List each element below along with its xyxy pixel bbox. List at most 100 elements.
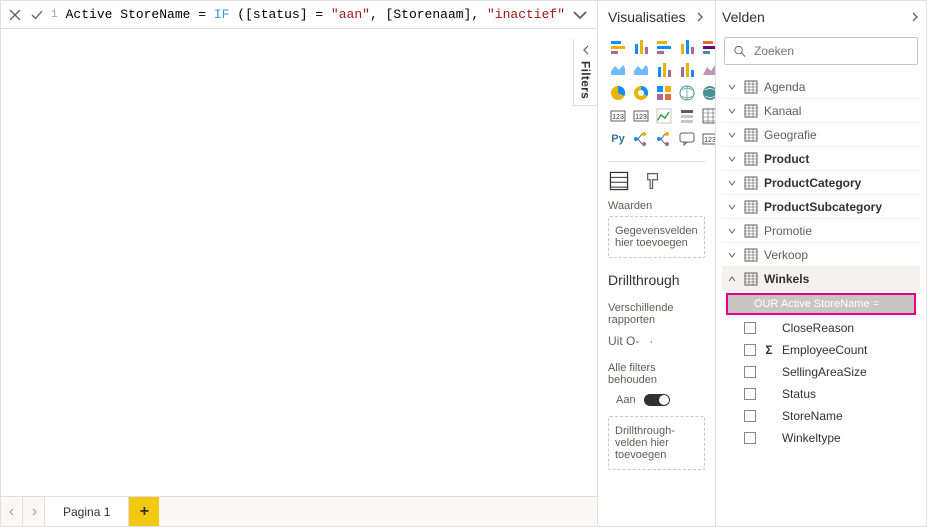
table-label: Promotie [764, 224, 812, 238]
fields-pane: Velden AgendaKanaalGeografieProductProdu… [716, 1, 926, 526]
viz-pane-title: Visualisaties [608, 9, 686, 25]
svg-text:123: 123 [704, 137, 716, 144]
formula-commit-button[interactable] [29, 7, 45, 23]
field-employeecount[interactable]: Σ EmployeeCount [722, 339, 920, 361]
viz-kpi[interactable] [654, 106, 674, 126]
viz-line-col[interactable] [654, 60, 674, 80]
chevron-up-icon [726, 274, 738, 284]
visualizations-pane: Visualisaties 123123RPy123··· Waarden Ge… [598, 1, 716, 526]
table-label: Product [764, 152, 809, 166]
viz-donut[interactable] [631, 83, 651, 103]
table-promotie[interactable]: Promotie [722, 219, 920, 243]
formula-cancel-button[interactable] [7, 7, 23, 23]
viz-paginated[interactable]: 123 [700, 129, 716, 149]
values-label: Waarden [608, 200, 705, 212]
viz-treemap[interactable] [654, 83, 674, 103]
viz-table[interactable] [700, 106, 716, 126]
viz-filled-map[interactable] [700, 83, 716, 103]
table-productsubcategory[interactable]: ProductSubcategory [722, 195, 920, 219]
search-icon [733, 44, 746, 58]
field-label: StoreName [782, 409, 843, 423]
chevron-down-icon [726, 178, 738, 188]
field-status[interactable]: Status [722, 383, 920, 405]
viz-decomposition[interactable] [654, 129, 674, 149]
viz-qna[interactable] [677, 129, 697, 149]
viz-pie[interactable] [608, 83, 628, 103]
checkbox[interactable] [744, 388, 756, 400]
chevron-down-icon [726, 154, 738, 164]
viz-stacked-area[interactable] [631, 60, 651, 80]
chevron-down-icon [726, 106, 738, 116]
page-tab-1[interactable]: Pagina 1 [45, 497, 129, 526]
checkbox[interactable] [744, 366, 756, 378]
formula-bar[interactable]: 1 Active StoreName = IF ([status] = "aan… [1, 1, 597, 29]
viz-clustered-bar[interactable] [654, 37, 674, 57]
collapse-viz-icon[interactable] [695, 9, 705, 25]
viz-map[interactable] [677, 83, 697, 103]
search-input[interactable] [754, 44, 909, 58]
collapse-fields-icon[interactable] [910, 9, 920, 25]
table-product[interactable]: Product [722, 147, 920, 171]
canvas-pane: 1 Active StoreName = IF ([status] = "aan… [1, 1, 598, 526]
formula-dropdown-icon[interactable] [571, 6, 589, 24]
viz-gallery: 123123RPy123··· [608, 37, 705, 149]
field-storename[interactable]: StoreName [722, 405, 920, 427]
viz-area[interactable] [608, 60, 628, 80]
tab-nav-prev[interactable] [1, 497, 23, 526]
table-label: Verkoop [764, 248, 808, 262]
table-label: Winkels [764, 272, 809, 286]
field-closereason[interactable]: CloseReason [722, 317, 920, 339]
field-highlighted[interactable]: OUR Active StoreName = [726, 293, 916, 315]
format-mode-icon[interactable] [644, 170, 666, 192]
viz-line-col2[interactable] [677, 60, 697, 80]
checkbox[interactable] [744, 344, 756, 356]
table-label: ProductSubcategory [764, 200, 882, 214]
viz-multi-card[interactable]: 123 [631, 106, 651, 126]
viz-hundred-bar[interactable] [700, 37, 716, 57]
viz-clustered-column[interactable] [677, 37, 697, 57]
table-geografie[interactable]: Geografie [722, 123, 920, 147]
drill-cross-state[interactable]: Uit O- [608, 334, 639, 348]
field-label: CloseReason [782, 321, 854, 335]
field-winkeltype[interactable]: Winkeltype [722, 427, 920, 449]
viz-stacked-bar[interactable] [608, 37, 628, 57]
add-page-button[interactable]: + [129, 497, 159, 526]
checkbox[interactable] [744, 410, 756, 422]
page-tabs: Pagina 1 + [1, 496, 597, 526]
table-productcategory[interactable]: ProductCategory [722, 171, 920, 195]
report-canvas[interactable]: Filters [1, 29, 597, 496]
fields-mode-icon[interactable] [608, 170, 630, 192]
viz-key-influencers[interactable] [631, 129, 651, 149]
values-well[interactable]: Gegevensvelden hier toevoegen [608, 216, 705, 258]
formula-text[interactable]: 1 Active StoreName = IF ([status] = "aan… [51, 7, 565, 22]
svg-text:123: 123 [612, 114, 624, 121]
filters-pane-collapsed[interactable]: Filters [573, 39, 597, 106]
field-sellingareasize[interactable]: SellingAreaSize [722, 361, 920, 383]
fields-search[interactable] [724, 37, 918, 65]
sigma-icon: Σ [764, 343, 774, 357]
tab-nav-next[interactable] [23, 497, 45, 526]
checkbox[interactable] [744, 432, 756, 444]
viz-stacked-column[interactable] [631, 37, 651, 57]
drill-cross-label: Verschillende rapporten [608, 302, 705, 326]
formula-line-number: 1 [51, 9, 58, 21]
table-label: ProductCategory [764, 176, 861, 190]
drillthrough-well[interactable]: Drillthrough-velden hier toevoegen [608, 416, 705, 470]
table-winkels[interactable]: Winkels [722, 267, 920, 291]
table-label: Agenda [764, 80, 805, 94]
checkbox[interactable] [744, 322, 756, 334]
fields-tree: Agenda KanaalGeografie Product ProductCateg… [722, 75, 920, 518]
table-verkoop[interactable]: Verkoop [722, 243, 920, 267]
keep-filters-toggle[interactable] [644, 394, 670, 406]
table-kanaal[interactable]: Kanaal [722, 99, 920, 123]
chevron-down-icon [726, 82, 738, 92]
viz-slicer[interactable] [677, 106, 697, 126]
viz-py-visual[interactable]: Py [608, 129, 628, 149]
field-label: EmployeeCount [782, 343, 867, 357]
viz-card[interactable]: 123 [608, 106, 628, 126]
expand-left-icon [581, 45, 591, 55]
viz-ribbon[interactable] [700, 60, 716, 80]
table-agenda[interactable]: Agenda [722, 75, 920, 99]
field-label: Status [782, 387, 816, 401]
svg-text:123: 123 [635, 114, 647, 121]
